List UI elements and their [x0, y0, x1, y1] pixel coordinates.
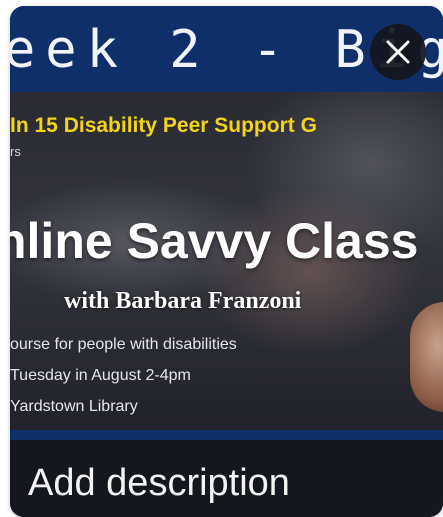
thumbnail-image[interactable]: In 15 Disability Peer Support G rs nline… — [10, 92, 443, 430]
thumbnail-info-line: ourse for people with disabilities — [10, 336, 237, 353]
thumbnail-info-line: Yardstown Library — [10, 398, 138, 415]
thumbnail-subline: with Barbara Franzoni — [64, 288, 302, 314]
media-card: eek 2 - Big Sci In 15 Disability Peer Su… — [10, 6, 443, 517]
close-icon — [386, 40, 410, 64]
footer-band — [10, 430, 443, 440]
card-footer: Add description — [10, 430, 443, 517]
thumbnail-small-label: rs — [10, 144, 21, 159]
thumbnail-headline: nline Savvy Class — [10, 213, 419, 269]
presenter-photo — [410, 302, 443, 412]
thumbnail-info-line: Tuesday in August 2-4pm — [10, 367, 191, 384]
thumbnail-banner: In 15 Disability Peer Support G — [10, 114, 317, 137]
close-button[interactable] — [370, 24, 426, 80]
add-description-field[interactable]: Add description — [28, 462, 290, 505]
card-title-bar: eek 2 - Big Sci — [10, 6, 443, 92]
